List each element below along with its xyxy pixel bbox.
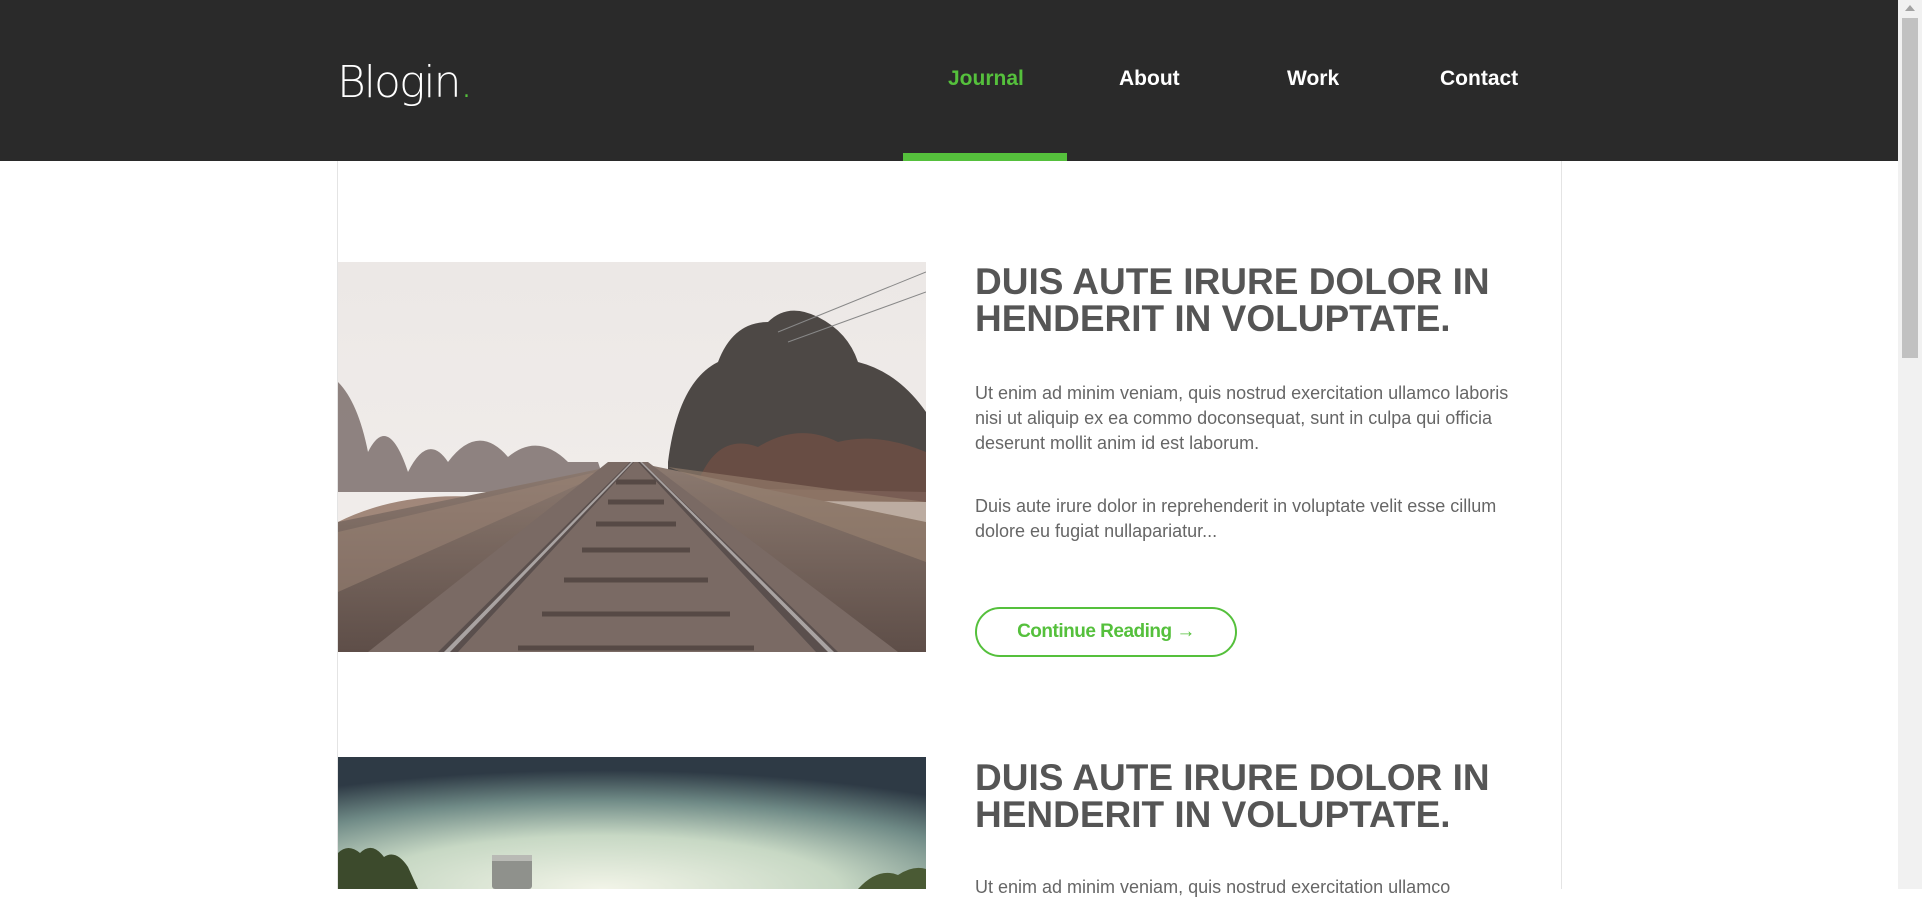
tower-photo bbox=[338, 757, 926, 889]
nav-item-work[interactable]: Work bbox=[1287, 64, 1339, 94]
nav-item-contact[interactable]: Contact bbox=[1440, 64, 1518, 94]
nav-item-journal[interactable]: Journal bbox=[948, 64, 1024, 94]
post-excerpt: Duis aute irure dolor in reprehenderit i… bbox=[975, 496, 1497, 541]
post-title[interactable]: DUIS AUTE IRURE DOLOR IN HENDERIT IN VOL… bbox=[975, 263, 1535, 337]
logo-text: Blogin bbox=[337, 57, 461, 108]
continue-reading-button[interactable]: Continue Reading → bbox=[975, 607, 1237, 657]
post-title[interactable]: DUIS AUTE IRURE DOLOR IN HENDERIT IN VOL… bbox=[975, 759, 1535, 833]
vertical-scrollbar[interactable] bbox=[1898, 0, 1922, 889]
scroll-thumb[interactable] bbox=[1902, 18, 1918, 358]
site-logo[interactable]: Blogin. bbox=[337, 57, 473, 108]
logo-dot: . bbox=[459, 57, 473, 108]
active-nav-indicator bbox=[903, 153, 1067, 161]
post-excerpt: Ut enim ad minim veniam, quis nostrud ex… bbox=[975, 383, 1509, 453]
post-excerpt: Ut enim ad minim veniam, quis nostrud ex… bbox=[975, 877, 1451, 897]
post-image-railway[interactable] bbox=[338, 262, 926, 652]
scroll-up-arrow-icon[interactable] bbox=[1905, 5, 1915, 11]
nav-item-about[interactable]: About bbox=[1119, 64, 1180, 94]
site-header: Blogin. Journal About Work Contact bbox=[0, 0, 1898, 161]
railway-photo bbox=[338, 262, 926, 652]
post-image-tower[interactable] bbox=[338, 757, 926, 889]
